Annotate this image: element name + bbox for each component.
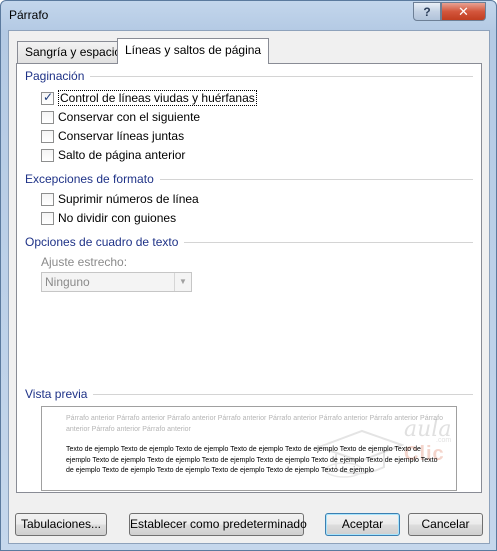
chevron-down-icon[interactable]: ▼	[174, 273, 191, 291]
cancelar-button[interactable]: Cancelar	[408, 513, 483, 536]
checkbox-no-dividir[interactable]	[41, 211, 54, 225]
tabulaciones-button[interactable]: Tabulaciones...	[15, 513, 107, 536]
close-button[interactable]: ✕	[441, 2, 486, 21]
checkbox-conservar-lineas[interactable]	[41, 129, 54, 143]
preview-previous-paragraph: Párrafo anterior Párrafo anterior Párraf…	[66, 415, 444, 433]
ajuste-estrecho-label: Ajuste estrecho:	[41, 255, 128, 269]
checkbox-conservar-siguiente[interactable]	[41, 110, 54, 124]
checkbox-suprimir-numeros[interactable]	[41, 192, 54, 206]
section-divider	[159, 178, 473, 180]
help-icon: ?	[423, 4, 431, 19]
checkbox-row-salto-pagina[interactable]: Salto de página anterior	[41, 148, 185, 162]
checkbox-row-control-lineas[interactable]: ✓ Control de líneas viudas y huérfanas	[41, 90, 257, 106]
ajuste-estrecho-select[interactable]: Ninguno ▼	[41, 272, 192, 292]
section-paginacion-title: Paginación	[25, 69, 85, 83]
checkbox-control-lineas[interactable]: ✓	[41, 89, 54, 105]
section-divider	[90, 75, 473, 77]
section-divider	[93, 393, 473, 395]
checkbox-label: No dividir con guiones	[58, 211, 177, 225]
checkbox-row-suprimir-numeros[interactable]: Suprimir números de línea	[41, 192, 199, 206]
dialog-body: Sangría y espacio Líneas y saltos de pág…	[8, 30, 490, 544]
section-vista-previa-title: Vista previa	[25, 387, 88, 401]
section-vista-previa: Vista previa	[25, 387, 473, 401]
section-divider	[184, 241, 473, 243]
checkbox-row-no-dividir[interactable]: No dividir con guiones	[41, 211, 176, 225]
checkbox-label: Salto de página anterior	[58, 148, 186, 162]
tab-sangria-espacio[interactable]: Sangría y espacio	[17, 41, 130, 63]
checkbox-label: Conservar con el siguiente	[58, 110, 201, 124]
section-paginacion: Paginación	[25, 69, 473, 83]
close-icon: ✕	[458, 3, 469, 19]
section-opciones-cuadro: Opciones de cuadro de texto	[25, 235, 473, 249]
section-excepciones: Excepciones de formato	[25, 172, 473, 186]
checkbox-salto-pagina[interactable]	[41, 148, 54, 162]
section-opciones-title: Opciones de cuadro de texto	[25, 235, 179, 249]
preview-box: aula .com Clic Párrafo anterior Párrafo …	[41, 406, 457, 491]
paragraph-dialog: Párrafo ? ✕ Sangría y espacio Líneas y s…	[0, 0, 497, 551]
checkbox-row-conservar-siguiente[interactable]: Conservar con el siguiente	[41, 110, 200, 124]
checkbox-label: Suprimir números de línea	[58, 192, 199, 206]
ajuste-estrecho-value: Ninguno	[45, 275, 90, 289]
checkbox-label: Conservar líneas juntas	[58, 129, 185, 143]
window-title: Párrafo	[9, 8, 49, 22]
preview-sample-paragraph: Texto de ejemplo Texto de ejemplo Texto …	[66, 446, 438, 474]
checkbox-label: Control de líneas viudas y huérfanas	[58, 90, 257, 106]
establecer-predeterminado-button[interactable]: Establecer como predeterminado	[129, 513, 307, 536]
section-excepciones-title: Excepciones de formato	[25, 172, 154, 186]
aceptar-button[interactable]: Aceptar	[325, 513, 400, 536]
checkmark-icon: ✓	[43, 89, 54, 104]
tab-lineas-saltos[interactable]: Líneas y saltos de página	[117, 38, 270, 64]
help-button[interactable]: ?	[413, 2, 441, 21]
title-bar: Párrafo ? ✕	[1, 1, 496, 29]
tab-panel: Paginación ✓ Control de líneas viudas y …	[16, 63, 482, 493]
checkbox-row-conservar-lineas[interactable]: Conservar líneas juntas	[41, 129, 184, 143]
